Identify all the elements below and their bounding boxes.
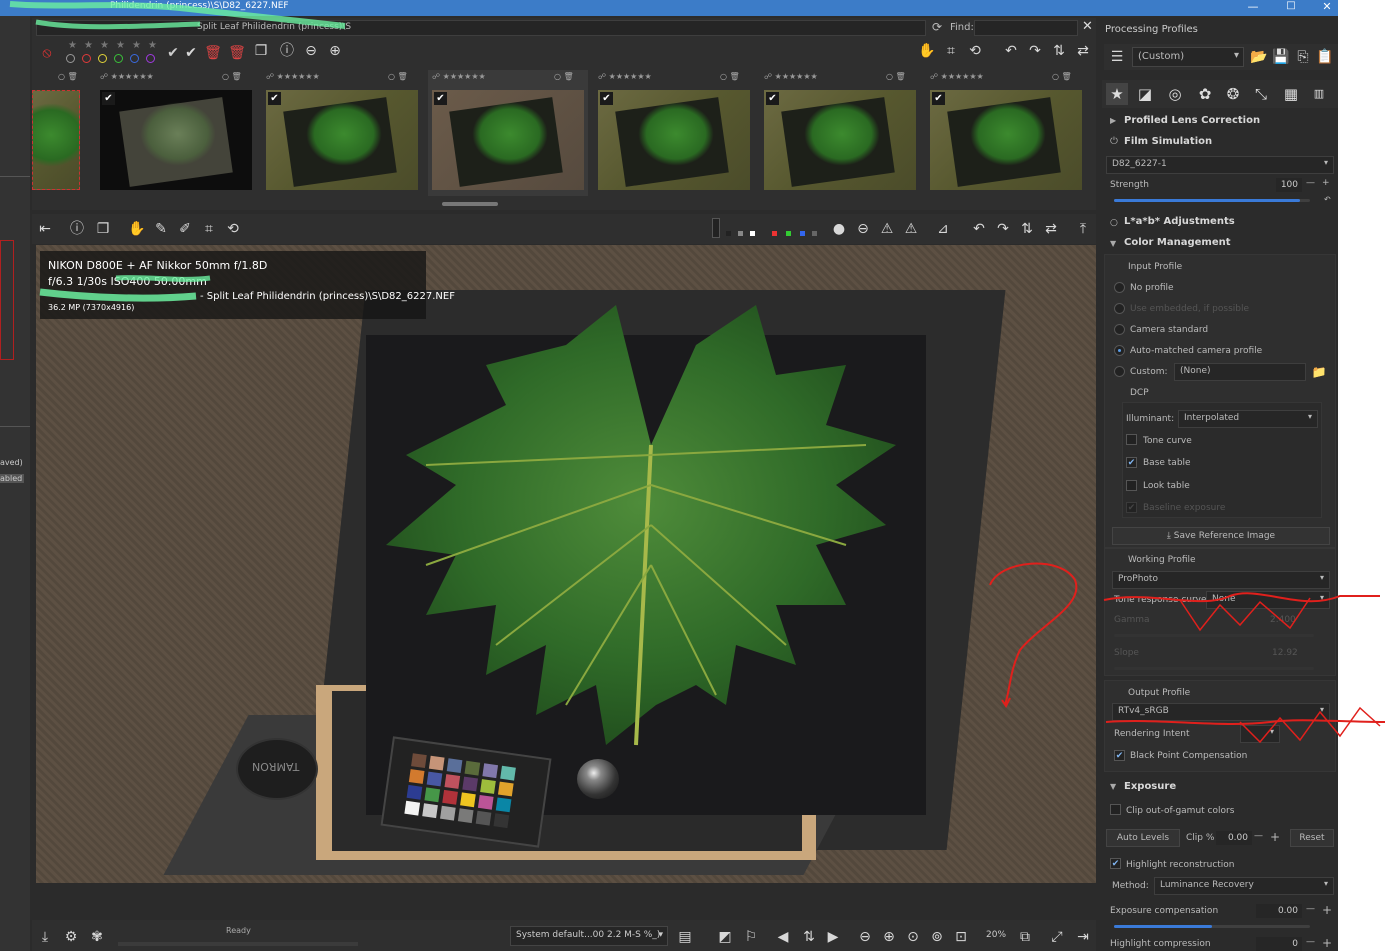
annotation-layer: [9, 1, 1385, 744]
strike-annotation: [1105, 719, 1385, 725]
question-mark-annotation: [989, 562, 1078, 706]
strike-annotation: [1103, 592, 1380, 603]
